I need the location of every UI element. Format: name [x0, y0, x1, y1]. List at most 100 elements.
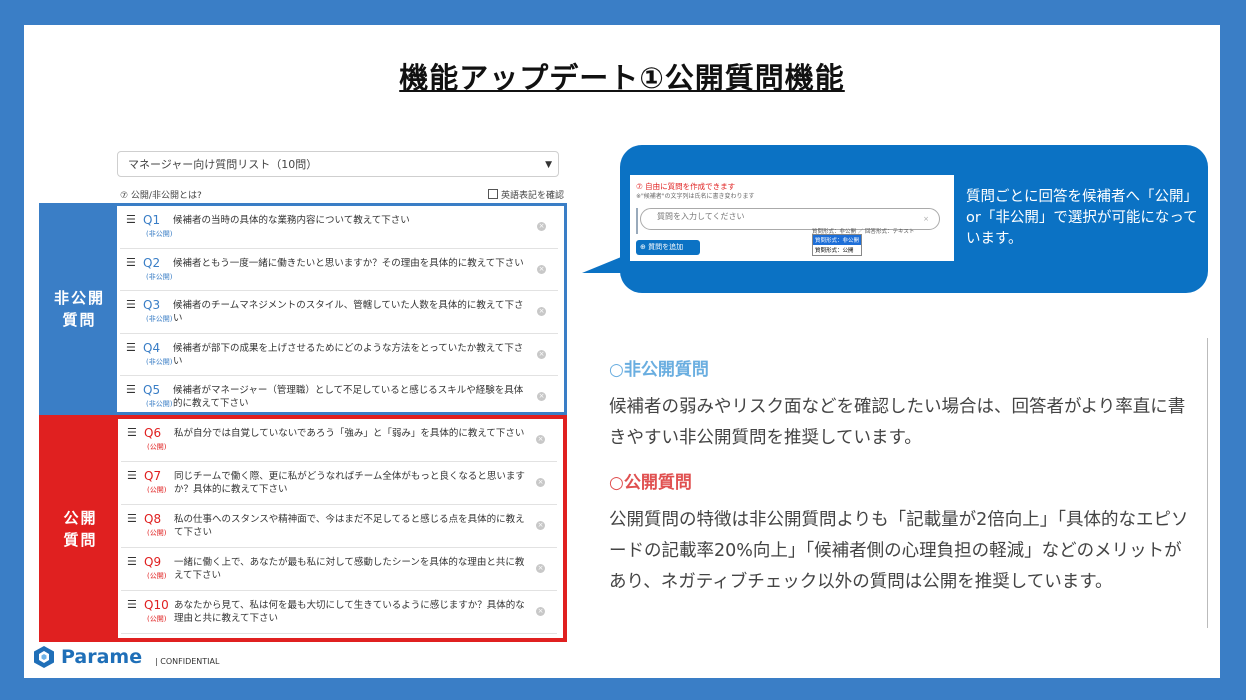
- question-visibility-tag: (非公開): [146, 315, 173, 323]
- public-group-label: 公開 質問: [43, 419, 118, 638]
- dropdown-option-public[interactable]: 質問形式：公開: [813, 245, 861, 255]
- question-row[interactable]: ☰ Q2 (非公開) 候補者ともう一度一緒に働きたいと思いますか？その理由を具体的に教…: [120, 249, 558, 291]
- public-private-help-link[interactable]: ⑦ 公開/非公開とは?: [120, 188, 202, 201]
- remove-icon[interactable]: ×: [537, 264, 546, 274]
- question-row[interactable]: ☰ Q6 (公開) 私が自分では自覚していないであろう「強み」と「弱み」を具体的に教え…: [121, 419, 557, 462]
- question-number: Q2: [143, 255, 161, 270]
- remove-icon[interactable]: ×: [536, 478, 545, 487]
- question-list-select-value: マネージャー向け質問リスト（10問）: [128, 158, 318, 171]
- drag-handle-icon[interactable]: ☰: [127, 512, 137, 525]
- drag-handle-icon[interactable]: ☰: [126, 213, 136, 226]
- clear-icon[interactable]: ×: [923, 211, 929, 227]
- chevron-down-icon: ▼: [545, 160, 552, 170]
- question-input-placeholder: 質問を入力してください: [657, 212, 745, 221]
- drag-handle-icon[interactable]: ☰: [127, 598, 137, 611]
- question-list-select[interactable]: マネージャー向け質問リスト（10問） ▼: [117, 151, 559, 177]
- drag-handle-icon[interactable]: ☰: [126, 256, 136, 269]
- question-visibility-tag: (非公開): [146, 357, 173, 366]
- question-text: 私が自分では自覚していないであろう「強み」と「弱み」を具体的に教えて下さい: [174, 428, 525, 439]
- public-body: 公開質問の特徴は非公開質問よりも「記載量が2倍向上」「具体的なエピソードの記載率…: [609, 510, 1189, 592]
- remove-icon[interactable]: ×: [536, 521, 545, 530]
- private-label-line2: 質問: [62, 311, 97, 329]
- public-question-list: ☰ Q6 (公開) 私が自分では自覚していないであろう「強み」と「弱み」を具体的に教え…: [121, 419, 557, 634]
- question-number: Q9: [144, 555, 162, 569]
- question-text: 候補者ともう一度一緒に働きたいと思いますか？その理由を具体的に教えて下さい: [173, 257, 524, 269]
- remove-icon[interactable]: ×: [537, 307, 546, 316]
- drag-handle-icon[interactable]: ☰: [126, 341, 136, 354]
- question-row[interactable]: ☰ Q9 (公開) 一緒に働く上で、あなたが最も私に対して感動したシーンを具体的な理由…: [121, 548, 557, 591]
- question-visibility-tag: (公開): [147, 572, 167, 580]
- drag-handle-icon[interactable]: ☰: [126, 383, 136, 396]
- question-text: 同じチームで働く際、更に私がどうなればチーム全体がもっと良くなると思いますか？具…: [174, 471, 525, 495]
- question-text: 候補者がマネージャー（管理職）として不足していると感じるスキルや経験を具体的に教…: [173, 385, 524, 409]
- confidential-label: | CONFIDENTIAL: [155, 657, 220, 666]
- question-visibility-tag: (公開): [147, 486, 167, 494]
- question-text: 候補者の当時の具体的な業務内容について教えて下さい: [173, 215, 410, 226]
- private-body: 候補者の弱みやリスク面などを確認したい場合は、回答者がより率直に書きやすい非公開…: [609, 397, 1186, 448]
- private-label-line1: 非公開: [53, 289, 105, 307]
- public-heading: ○公開質問: [609, 473, 692, 493]
- remove-icon[interactable]: ×: [537, 349, 546, 359]
- private-section: ○非公開質問 候補者の弱みやリスク面などを確認したい場合は、回答者がより率直に書…: [609, 355, 1199, 454]
- question-text: 候補者が部下の成果を上げさせるためにどのような方法をとっていたか教えて下さい: [173, 342, 524, 367]
- question-number: Q10: [144, 598, 169, 612]
- question-row[interactable]: ☰ Q7 (公開) 同じチームで働く際、更に私がどうなればチーム全体がもっと良くなると…: [121, 462, 557, 505]
- question-number: Q3: [143, 298, 161, 312]
- checkbox[interactable]: [488, 189, 498, 199]
- feature-screenshot: ⑦ 自由に質問を作成できます ※"候補者"の文字列は氏名に書き変わります 質問を…: [630, 175, 954, 261]
- question-visibility-tag: (非公開): [146, 400, 173, 408]
- english-toggle[interactable]: 英語表記を確認: [488, 188, 564, 201]
- question-number: Q4: [143, 340, 161, 355]
- divider: [1207, 338, 1208, 628]
- question-visibility-tag: (非公開): [146, 272, 173, 281]
- question-text: 一緒に働く上で、あなたが最も私に対して感動したシーンを具体的な理由と共に教えて下…: [174, 557, 525, 581]
- english-toggle-label: 英語表記を確認: [501, 191, 565, 201]
- question-text: あなたから見て、私は何を最も大切にして生きているように感じますか？具体的な理由と…: [174, 600, 525, 624]
- callout-text: 質問ごとに回答を候補者へ「公開」or「非公開」で選択が可能になっています。: [966, 189, 1198, 247]
- question-row[interactable]: ☰ Q8 (公開) 私の仕事へのスタンスや精神面で、今はまだ不足してると感じる点を具体…: [121, 505, 557, 548]
- question-text: 候補者のチームマネジメントのスタイル、管轄していた人数を具体的に教えて下さい: [173, 300, 524, 324]
- question-row[interactable]: ☰ Q3 (非公開) 候補者のチームマネジメントのスタイル、管轄していた人数を具体的に…: [120, 291, 558, 334]
- brand-logo: Parame: [32, 645, 142, 669]
- private-heading: ○非公開質問: [609, 360, 709, 380]
- remove-icon[interactable]: ×: [536, 607, 545, 616]
- private-group-label: 非公開 質問: [42, 206, 117, 412]
- question-number: Q6: [144, 426, 162, 440]
- remove-icon[interactable]: ×: [537, 392, 546, 401]
- question-visibility-tag: (公開): [147, 529, 167, 537]
- drag-handle-icon[interactable]: ☰: [127, 469, 137, 482]
- private-question-list: ☰ Q1 (非公開) 候補者の当時の具体的な業務内容について教えて下さい × ☰ Q2 (非…: [120, 206, 558, 419]
- drag-handle-icon[interactable]: ☰: [126, 298, 136, 311]
- public-question-group: 公開質問 ☰ Q6 (公開) 私が自分では自覚していないであろう「強み」と「弱み」を具…: [39, 415, 567, 642]
- question-number: Q1: [143, 213, 161, 227]
- drag-handle-icon[interactable]: ☰: [127, 555, 137, 568]
- private-question-group: 非公開 質問 ☰ Q1 (非公開) 候補者の当時の具体的な業務内容について教えて下さい ×…: [39, 203, 567, 419]
- question-visibility-tag: (公開): [147, 443, 167, 451]
- remove-icon[interactable]: ×: [536, 435, 545, 444]
- question-row[interactable]: ☰ Q1 (非公開) 候補者の当時の具体的な業務内容について教えて下さい ×: [120, 206, 558, 249]
- question-text: 私の仕事へのスタンスや精神面で、今はまだ不足してると感じる点を具体的に教えて下さ…: [174, 514, 525, 538]
- question-visibility-tag: (公開): [147, 615, 167, 623]
- question-row[interactable]: ☰ Q4 (非公開) 候補者が部下の成果を上げさせるためにどのような方法をとっていたか…: [120, 334, 558, 376]
- question-number: Q5: [143, 383, 161, 397]
- slide: 機能アップデート①公開質問機能 マネージャー向け質問リスト（10問） ▼ ⑦ 公…: [24, 25, 1220, 678]
- dropdown-option-private[interactable]: 質問形式：非公開: [813, 235, 861, 245]
- slide-title: 機能アップデート①公開質問機能: [399, 61, 845, 95]
- public-label-line1: 公開: [63, 508, 98, 527]
- public-section: ○公開質問 公開質問の特徴は非公開質問よりも「記載量が2倍向上」「具体的なエピソ…: [609, 468, 1199, 598]
- remove-icon[interactable]: ×: [537, 222, 546, 231]
- shot-note: ※"候補者"の文字列は氏名に書き変わります: [636, 193, 755, 200]
- question-number: Q8: [144, 512, 162, 526]
- question-number: Q7: [144, 469, 162, 483]
- drag-handle-icon[interactable]: ☰: [127, 426, 137, 439]
- shot-input-bar: [636, 208, 638, 234]
- question-visibility-tag: (非公開): [146, 230, 173, 238]
- brand-name: Parame: [61, 646, 143, 668]
- remove-icon[interactable]: ×: [536, 564, 545, 573]
- hexagon-logo-icon: [32, 645, 56, 669]
- question-row[interactable]: ☰ Q5 (非公開) 候補者がマネージャー（管理職）として不足していると感じるスキルや…: [120, 376, 558, 419]
- question-row[interactable]: ☰ Q10 (公開) あなたから見て、私は何を最も大切にして生きているように感じますか…: [121, 591, 557, 634]
- public-label-line2: 質問: [63, 530, 98, 549]
- visibility-dropdown[interactable]: 質問形式：非公開 質問形式：公開: [812, 234, 862, 256]
- add-question-button[interactable]: ⊕ 質問を追加: [636, 240, 700, 255]
